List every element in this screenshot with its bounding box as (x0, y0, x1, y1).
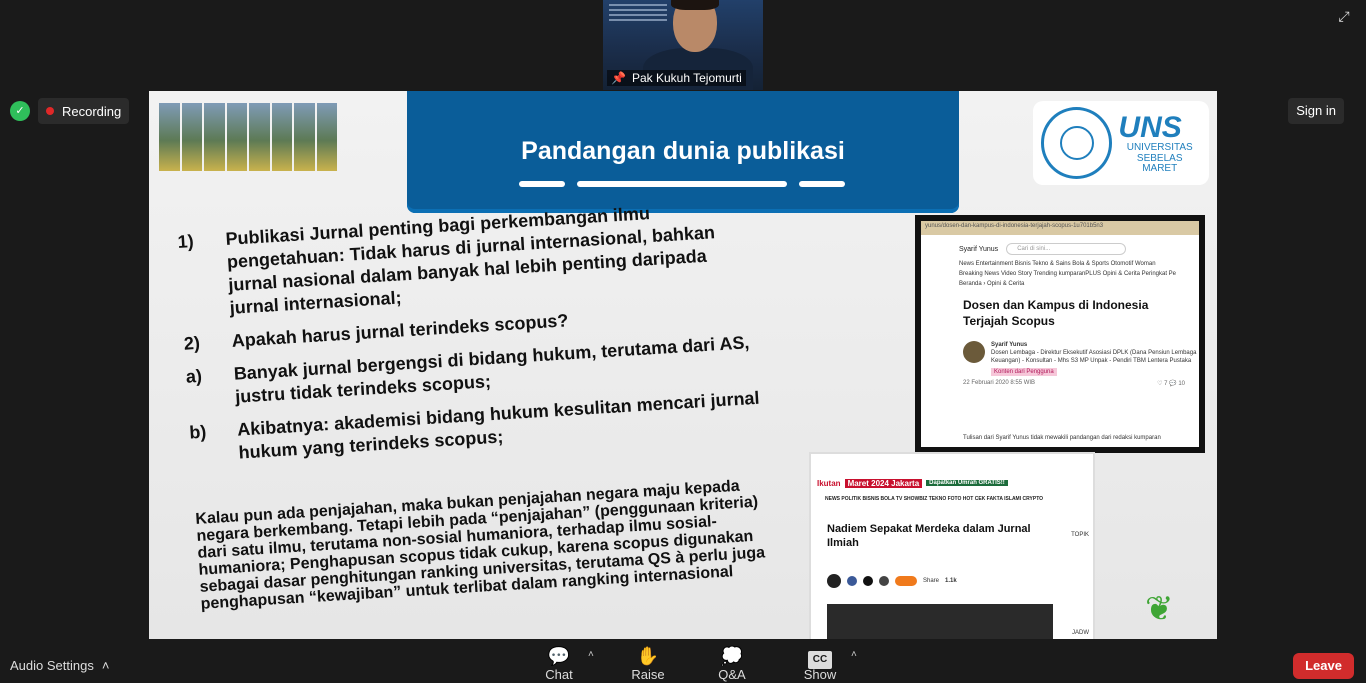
article-screenshot-liputan6: Ikutan Maret 2024 Jakarta Dapatkan Umrah… (809, 452, 1095, 639)
hand-icon: ✋ (636, 646, 660, 666)
facebook-icon (847, 576, 857, 586)
audio-settings-label: Audio Settings (10, 658, 94, 673)
article-subnav: Breaking News Video Story Trending kumpa… (959, 271, 1176, 277)
ad-promo: Dapatkan Umrah GRATIS!! (926, 480, 1008, 486)
leave-button[interactable]: Leave (1293, 653, 1354, 679)
raise-hand-label: Raise Hand (631, 667, 665, 683)
article-footer: Tulisan dari Syarif Yunus tidak mewakili… (963, 435, 1161, 441)
mail-icon (879, 576, 889, 586)
article2-side: TOPIK (1071, 532, 1089, 538)
meeting-window: 📌 Pak Kukuh Tejomurti ⤢ ✓ Recording Sign… (0, 0, 1366, 683)
article-tag: Konten dari Pengguna (991, 368, 1057, 376)
chat-chevron-up-icon[interactable]: ˄ (588, 649, 594, 660)
qa-button[interactable]: 💭 Q&A (714, 645, 750, 682)
article-search: Cari di sini... (1006, 243, 1127, 255)
audio-settings-button[interactable]: Audio Settings ˄ (10, 658, 109, 673)
chevron-up-icon: ˄ (101, 658, 110, 673)
slide-paragraph: Kalau pun ada penjajahan, maka bukan pen… (195, 477, 766, 613)
article2-nav: NEWS POLITIK BISNIS BOLA TV SHOWBIZ TEKN… (825, 496, 1044, 502)
article-likes: 7 (1164, 381, 1168, 387)
speaker-hair (671, 0, 719, 10)
fullscreen-icon[interactable]: ⤢ (1334, 6, 1354, 26)
recording-indicator[interactable]: Recording (38, 98, 130, 124)
point-number: b) (188, 421, 207, 443)
x-icon (863, 576, 873, 586)
avatar (963, 341, 985, 363)
speaker-video-tile[interactable]: 📌 Pak Kukuh Tejomurti (603, 0, 763, 90)
article-date: 22 Februari 2020 8:55 WIB (963, 380, 1036, 386)
article-author-desc: Dosen Lembaga - Direktur Eksekutif Asosi… (991, 350, 1197, 364)
pin-icon: 📌 (611, 71, 626, 85)
uns-subtitle-1: UNIVERSITAS (1126, 142, 1193, 153)
show-captions-label: Show Captions (794, 667, 845, 683)
captions-chevron-up-icon[interactable]: ˄ (851, 649, 857, 660)
point-number: 1) (177, 231, 195, 252)
cc-icon: CC (778, 645, 862, 669)
slide-points: 1) Publikasi Jurnal penting bagi perkemb… (177, 196, 771, 478)
uns-seal-icon (1041, 107, 1113, 179)
share-link-icon (895, 576, 917, 586)
article-stats: ♡ 7 💬 10 (1157, 381, 1185, 387)
uns-logo: UNS UNIVERSITAS SEBELAS MARET (1033, 101, 1209, 185)
leaf-decoration-icon: ❦ (1145, 590, 1174, 628)
article-title: Dosen dan Kampus di Indonesia Terjajah S… (963, 298, 1149, 328)
point-number: 2) (183, 332, 201, 354)
point-text: Publikasi Jurnal penting bagi perkembang… (224, 203, 716, 318)
speaker-name-tag: 📌 Pak Kukuh Tejomurti (607, 70, 746, 86)
slide-title-banner: Pandangan dunia publikasi (407, 91, 959, 213)
point-number: a) (185, 365, 203, 387)
uns-subtitle-2: SEBELAS MARET (1136, 152, 1183, 174)
article-author-small: Syarif Yunus (959, 245, 999, 253)
uns-logo-text: UNS (1118, 110, 1182, 144)
campus-photo-strip (159, 103, 337, 171)
chat-label: Chat (545, 667, 573, 682)
share-label: Share (923, 578, 940, 584)
qa-icon: 💭 (720, 646, 744, 666)
ad-ikutan: Ikutan (817, 478, 841, 488)
article-nav: News Entertainment Bisnis Tekno & Sains … (959, 261, 1156, 267)
recording-label: Recording (62, 103, 122, 119)
ad-event: Maret 2024 Jakarta (844, 478, 923, 488)
article-author: Syarif Yunus (991, 342, 1028, 348)
slide-title: Pandangan dunia publikasi (521, 137, 845, 165)
shield-icon[interactable]: ✓ (10, 101, 30, 121)
article-url: yunus/dosen-dan-kampus-di-indonesia-terj… (921, 221, 1199, 235)
qa-label: Q&A (718, 667, 746, 682)
article2-title: Nadiem Sepakat Merdeka dalam Jurnal Ilmi… (827, 523, 1031, 549)
avatar (827, 574, 841, 588)
article-breadcrumb: Beranda › Opini & Cerita (959, 281, 1025, 287)
article-comments: 10 (1178, 381, 1185, 387)
raise-hand-button[interactable]: ✋ Raise Hand (615, 645, 681, 683)
show-captions-button[interactable]: CC Show Captions (778, 645, 862, 683)
shared-screen: Pandangan dunia publikasi UNS UNIVERSITA… (149, 91, 1217, 639)
background-slide (609, 4, 667, 28)
article-screenshot-kumparan: yunus/dosen-dan-kampus-di-indonesia-terj… (915, 215, 1205, 453)
chat-icon: 💬 (547, 646, 571, 666)
meeting-toolbar: Audio Settings ˄ 💬 Chat ˄ ✋ Raise Hand 💭… (0, 639, 1366, 683)
sign-in-button[interactable]: Sign in (1288, 98, 1344, 124)
article2-side-bottom: JADW (1072, 630, 1089, 636)
speaker-name: Pak Kukuh Tejomurti (631, 71, 742, 85)
article-ad-banner: Ikutan Maret 2024 Jakarta Dapatkan Umrah… (817, 476, 1087, 490)
record-dot-icon (46, 107, 54, 115)
share-count: 1.1k (945, 578, 957, 584)
article2-photo (827, 604, 1053, 639)
title-decor-bars (519, 181, 845, 187)
chat-button[interactable]: 💬 Chat (541, 645, 577, 682)
